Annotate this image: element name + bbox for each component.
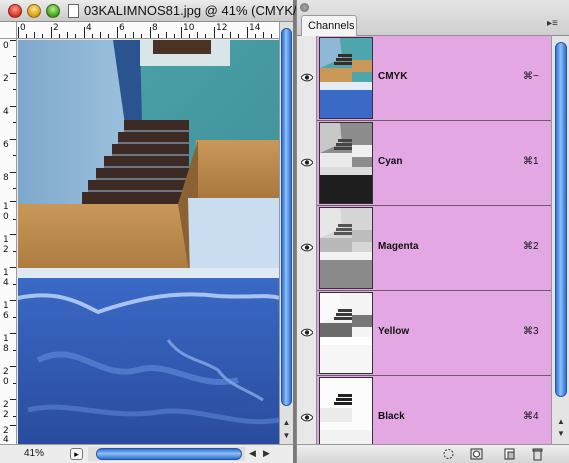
channel-shortcut: ⌘3 <box>523 326 539 337</box>
channel-shortcut: ⌘2 <box>523 241 539 252</box>
panel-vertical-scrollbar[interactable]: ▲ ▼ <box>551 36 569 444</box>
visibility-toggle[interactable] <box>297 36 317 121</box>
channel-thumbnail <box>319 37 373 119</box>
visibility-toggle[interactable] <box>297 206 317 291</box>
ruler-ticks <box>18 27 272 38</box>
panel-scroll-thumb[interactable] <box>555 42 567 397</box>
channel-row-magenta[interactable]: Magenta ⌘2 <box>297 206 551 291</box>
channel-row-cyan[interactable]: Cyan ⌘1 <box>297 121 551 206</box>
panel-menu-icon[interactable]: ▸≡ <box>547 18 558 29</box>
eye-icon <box>301 158 313 167</box>
document-horizontal-scrollbar[interactable] <box>88 447 245 461</box>
channel-thumbnail <box>319 122 373 204</box>
horizontal-scroll-thumb[interactable] <box>96 448 242 460</box>
visibility-toggle[interactable] <box>297 376 317 444</box>
status-menu-icon[interactable]: ▸ <box>70 448 83 460</box>
channel-row-cmyk[interactable]: CMYK ⌘~ <box>297 36 551 121</box>
vertical-scroll-thumb[interactable] <box>281 28 292 406</box>
document-window: 03KALIMNOS81.jpg @ 41% (CMYK/8) 0 2 4 6 … <box>0 0 308 463</box>
channel-shortcut: ⌘4 <box>523 411 539 422</box>
eye-icon <box>301 413 313 422</box>
zoom-window-button[interactable] <box>46 4 60 18</box>
photo-image <box>18 40 279 444</box>
scroll-down-arrow-icon[interactable]: ▼ <box>557 429 565 438</box>
panel-footer <box>297 444 569 463</box>
eye-icon <box>301 243 313 252</box>
channels-panel: Channels ▸≡ CMYK ⌘~ Cyan ⌘1 Magenta ⌘2 Y… <box>296 0 569 463</box>
document-title: 03KALIMNOS81.jpg @ 41% (CMYK/8) <box>84 3 309 18</box>
document-vertical-scrollbar[interactable]: ▲ ▼ <box>279 22 293 444</box>
eye-icon <box>301 328 313 337</box>
channel-thumbnail <box>319 207 373 289</box>
horizontal-ruler[interactable]: 0 2 4 6 8 10 12 14 <box>17 22 279 39</box>
channel-name: Cyan <box>378 156 403 167</box>
zoom-level[interactable]: 41% <box>8 448 60 459</box>
ruler-origin[interactable] <box>0 22 17 39</box>
channel-thumbnail <box>319 377 373 444</box>
channel-thumbnail <box>319 292 373 374</box>
panel-close-icon[interactable] <box>300 3 309 12</box>
image-canvas[interactable] <box>18 40 279 444</box>
visibility-toggle[interactable] <box>297 121 317 206</box>
vertical-ruler[interactable]: 0 2 4 6 8 1 0 1 2 1 4 1 6 1 8 2 0 2 2 2 … <box>0 39 17 444</box>
document-proxy-icon[interactable] <box>68 4 79 18</box>
scroll-up-arrow-icon[interactable]: ▲ <box>557 417 565 426</box>
ruler-ticks <box>10 40 16 426</box>
channel-row-yellow[interactable]: Yellow ⌘3 <box>297 291 551 376</box>
channel-name: Black <box>378 411 405 422</box>
eye-icon <box>301 73 313 82</box>
document-titlebar[interactable]: 03KALIMNOS81.jpg @ 41% (CMYK/8) <box>0 0 308 22</box>
document-status-bar: 41% ▸ ◀ ▶ <box>0 444 293 463</box>
channel-name: Magenta <box>378 241 419 252</box>
load-selection-icon[interactable] <box>441 447 456 461</box>
minimize-window-button[interactable] <box>27 4 41 18</box>
channel-shortcut: ⌘~ <box>523 71 539 82</box>
channel-name: Yellow <box>378 326 410 337</box>
scroll-right-arrow-icon[interactable]: ▶ <box>263 448 270 459</box>
panel-tab-bar[interactable]: Channels ▸≡ <box>297 0 569 36</box>
scroll-up-arrow-icon[interactable]: ▲ <box>280 416 293 430</box>
channel-list: CMYK ⌘~ Cyan ⌘1 Magenta ⌘2 Yellow ⌘3 Bla… <box>297 36 551 444</box>
new-channel-icon[interactable] <box>502 447 517 461</box>
visibility-toggle[interactable] <box>297 291 317 376</box>
channel-shortcut: ⌘1 <box>523 156 539 167</box>
scroll-down-arrow-icon[interactable]: ▼ <box>280 429 293 443</box>
scroll-left-arrow-icon[interactable]: ◀ <box>249 448 256 459</box>
channel-row-black[interactable]: Black ⌘4 <box>297 376 551 444</box>
delete-channel-icon[interactable] <box>530 447 545 461</box>
close-window-button[interactable] <box>8 4 22 18</box>
save-selection-icon[interactable] <box>469 447 484 461</box>
channel-name: CMYK <box>378 71 408 82</box>
tab-channels[interactable]: Channels <box>301 15 357 36</box>
